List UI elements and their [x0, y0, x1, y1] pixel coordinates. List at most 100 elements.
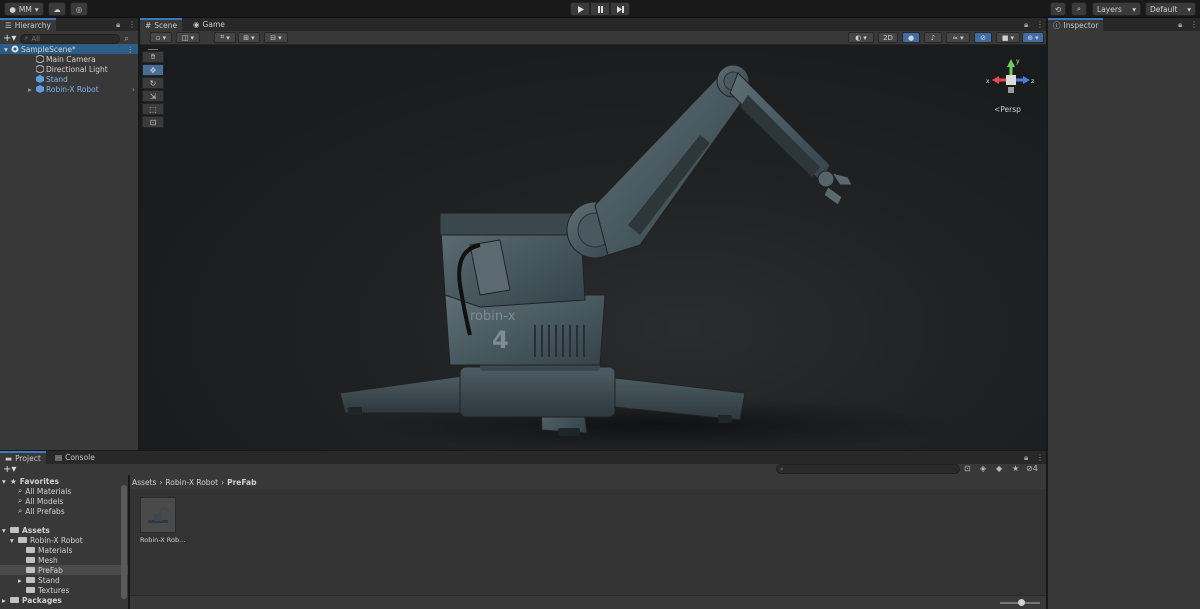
- move-tool-button[interactable]: ✥: [142, 64, 164, 76]
- eye-slash-icon: ⊘: [1026, 464, 1033, 473]
- add-button[interactable]: +▾: [3, 33, 16, 44]
- projection-label[interactable]: <Persp: [994, 105, 1021, 114]
- hand-tool-button[interactable]: ✋︎: [142, 51, 164, 63]
- breadcrumb-prefab[interactable]: PreFab: [227, 478, 256, 487]
- star-icon[interactable]: ★: [1012, 464, 1019, 473]
- grid-dropdown[interactable]: ⊞ ▾: [238, 32, 260, 43]
- orientation-dropdown[interactable]: ◐ ▾: [848, 32, 874, 43]
- tab-project[interactable]: ▬ Project: [0, 451, 46, 464]
- hierarchy-item[interactable]: Main Camera: [0, 54, 138, 64]
- history-icon: ⟲: [1054, 4, 1062, 14]
- folder-item[interactable]: Materials: [0, 545, 128, 555]
- pause-button[interactable]: [590, 2, 610, 16]
- expand-arrow-icon[interactable]: ▾: [10, 536, 18, 545]
- tag-icon[interactable]: ◆: [996, 464, 1002, 473]
- add-button[interactable]: +▾: [3, 464, 16, 475]
- expand-arrow-icon[interactable]: ▾: [2, 477, 10, 486]
- snap-dropdown[interactable]: ⌗ ▾: [214, 32, 236, 43]
- orientation-gizmo[interactable]: y x z <Persp: [986, 55, 1036, 115]
- layers-dropdown[interactable]: Layers ▾: [1092, 2, 1141, 16]
- draw-mode-dropdown[interactable]: ▫ ▾: [150, 32, 172, 43]
- increment-snap-dropdown[interactable]: ⊟ ▾: [264, 32, 288, 43]
- lock-icon[interactable]: 🔒︎: [1024, 453, 1028, 463]
- expand-arrow-icon[interactable]: ▸: [28, 85, 35, 94]
- audio-toggle[interactable]: ♪: [924, 32, 942, 43]
- zoom-slider-handle[interactable]: [1018, 599, 1025, 606]
- breadcrumb-robot[interactable]: Robin-X Robot: [165, 478, 218, 487]
- assets-header[interactable]: ▾ Assets: [0, 525, 128, 535]
- shading-dropdown[interactable]: ◫ ▾: [176, 32, 200, 43]
- gizmos-dropdown[interactable]: ⊕ ▾: [1022, 32, 1044, 43]
- favorite-item[interactable]: ⌕ All Materials: [0, 486, 128, 496]
- search-by-label-icon[interactable]: ◈: [980, 464, 986, 473]
- lock-icon[interactable]: 🔒︎: [116, 20, 120, 30]
- more-menu-icon[interactable]: ⋮: [128, 20, 136, 29]
- more-menu-icon[interactable]: ⋮: [1190, 20, 1198, 29]
- play-button[interactable]: [570, 2, 590, 16]
- folder-item[interactable]: Mesh: [0, 555, 128, 565]
- robot-arm-model: robin-x 4: [339, 64, 950, 450]
- transform-tool-button[interactable]: ⊡: [142, 116, 164, 128]
- tab-game[interactable]: ◉ Game: [188, 18, 230, 31]
- favorite-item[interactable]: ⌕ All Models: [0, 496, 128, 506]
- lighting-toggle[interactable]: ●: [902, 32, 920, 43]
- packages-header[interactable]: ▸ Packages: [0, 595, 128, 605]
- more-menu-icon[interactable]: ⋮: [1036, 20, 1044, 29]
- toggle-2d-button[interactable]: 2D: [878, 32, 898, 43]
- layout-dropdown[interactable]: Default ▾: [1145, 2, 1196, 16]
- scene-viewport[interactable]: robin-x 4 y x z <Persp: [140, 45, 1046, 450]
- collab-button[interactable]: ◎: [70, 2, 88, 16]
- expand-arrow-icon[interactable]: ▸: [18, 576, 26, 585]
- hierarchy-item[interactable]: Directional Light: [0, 64, 138, 74]
- svg-text:x: x: [986, 78, 990, 85]
- lock-icon[interactable]: 🔒︎: [1178, 20, 1182, 30]
- globe-icon: ⊕: [1027, 33, 1034, 42]
- tab-inspector[interactable]: ⓘ Inspector: [1048, 18, 1104, 31]
- filter-icon[interactable]: ⌕: [124, 34, 128, 44]
- more-menu-icon[interactable]: ⋮: [127, 45, 135, 54]
- tab-scene[interactable]: # Scene: [140, 18, 183, 31]
- folder-item[interactable]: ▸ Stand: [0, 575, 128, 585]
- favorite-item[interactable]: ⌕ All Prefabs: [0, 506, 128, 516]
- folder-item-selected[interactable]: PreFab: [0, 565, 128, 575]
- breadcrumb-assets[interactable]: Assets: [132, 478, 156, 487]
- effects-dropdown[interactable]: ≈ ▾: [946, 32, 970, 43]
- chevron-right-icon[interactable]: ›: [132, 85, 135, 94]
- scene-row[interactable]: ▾ SampleScene* ⋮: [0, 44, 138, 54]
- inspector-panel: ⓘ Inspector 🔒︎ ⋮: [1048, 18, 1200, 609]
- prefab-thumbnail: [140, 497, 176, 533]
- chevron-down-icon: ▾: [34, 4, 39, 14]
- more-menu-icon[interactable]: ⋮: [1036, 453, 1044, 462]
- hierarchy-search-input[interactable]: ⌕ All: [20, 33, 121, 44]
- lock-icon[interactable]: 🔒︎: [1024, 20, 1028, 30]
- sphere-icon: ◐: [855, 33, 862, 42]
- cloud-button[interactable]: ☁: [48, 2, 66, 16]
- hierarchy-item[interactable]: ▸ Robin-X Robot ›: [0, 84, 138, 94]
- project-folder-tree: ▾ ★ Favorites ⌕ All Materials ⌕ All Mode…: [0, 475, 128, 609]
- scrollbar[interactable]: [121, 485, 127, 599]
- expand-arrow-icon[interactable]: ▸: [2, 596, 10, 605]
- hierarchy-item[interactable]: Stand: [0, 74, 138, 84]
- svg-text:y: y: [1016, 58, 1020, 65]
- camera-dropdown[interactable]: ■ ▾: [996, 32, 1020, 43]
- tab-console[interactable]: ▤ Console: [50, 451, 100, 464]
- asset-tile[interactable]: Robin-X Rob...: [140, 497, 185, 547]
- scale-icon: ⇲: [149, 91, 157, 101]
- hidden-packages-toggle[interactable]: ⊘4: [1026, 464, 1038, 473]
- search-button[interactable]: ⌕: [1071, 2, 1087, 16]
- favorites-header[interactable]: ▾ ★ Favorites: [0, 476, 128, 486]
- project-search-input[interactable]: ⌕: [776, 464, 960, 474]
- folder-item[interactable]: Textures: [0, 585, 128, 595]
- search-icon: ⌕: [24, 34, 29, 42]
- rect-tool-button[interactable]: ⬚: [142, 103, 164, 115]
- step-button[interactable]: [610, 2, 630, 16]
- expand-arrow-icon[interactable]: ▾: [2, 526, 10, 535]
- scale-tool-button[interactable]: ⇲: [142, 90, 164, 102]
- scene-visibility-toggle[interactable]: ⊘: [974, 32, 992, 43]
- account-dropdown[interactable]: ● MM ▾: [4, 2, 44, 16]
- rotate-tool-button[interactable]: ↻: [142, 77, 164, 89]
- search-by-type-icon[interactable]: ⊡: [964, 464, 971, 473]
- folder-item[interactable]: ▾ Robin-X Robot: [0, 535, 128, 545]
- history-button[interactable]: ⟲: [1050, 2, 1066, 16]
- tab-hierarchy[interactable]: ☰ Hierarchy: [0, 18, 56, 31]
